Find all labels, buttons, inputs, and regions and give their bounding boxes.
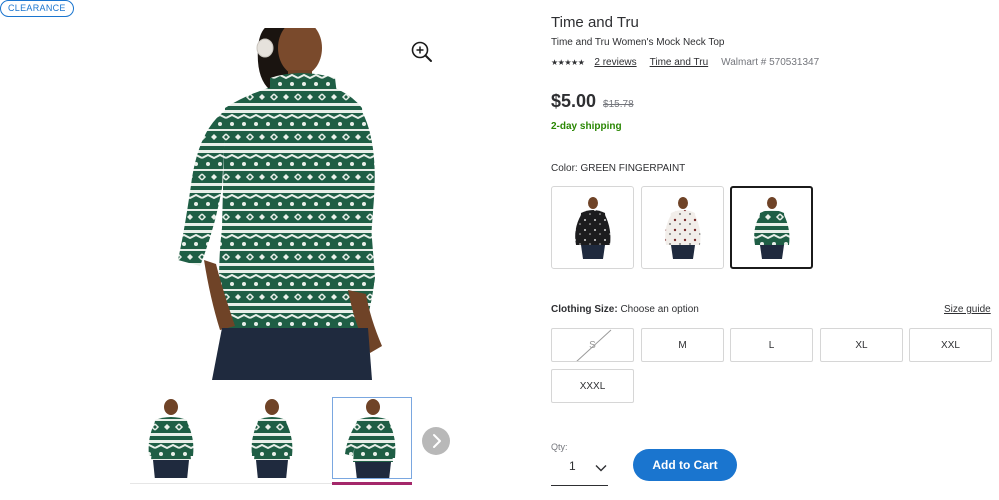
- color-label-prefix: Color:: [551, 163, 578, 174]
- size-option-label: XL: [855, 339, 868, 351]
- shipping-badge: 2-day shipping: [551, 121, 622, 132]
- size-option-xxxl[interactable]: XXXL: [551, 369, 634, 403]
- size-option-s-unavailable[interactable]: S: [551, 328, 634, 362]
- brand-link[interactable]: Time and Tru: [650, 57, 709, 68]
- walmart-sku: Walmart # 570531347: [721, 56, 820, 68]
- product-thumbnail-active[interactable]: [332, 397, 412, 479]
- size-label: Clothing Size: Choose an option: [551, 304, 699, 315]
- reviews-link[interactable]: 2 reviews: [594, 57, 636, 68]
- clearance-badge: CLEARANCE: [0, 0, 74, 17]
- size-option-label: XXXL: [579, 380, 606, 392]
- size-prompt: Choose an option: [620, 304, 699, 315]
- size-option-xl[interactable]: XL: [820, 328, 903, 362]
- quantity-label: Qty:: [551, 442, 568, 452]
- size-option-label: M: [678, 339, 687, 351]
- color-swatch-white[interactable]: [641, 186, 724, 269]
- product-title: Time and Tru Women's Mock Neck Top: [551, 37, 725, 48]
- current-price: $5.00: [551, 91, 597, 111]
- size-guide-link[interactable]: Size guide: [944, 304, 991, 315]
- size-label-prefix: Clothing Size:: [551, 304, 618, 315]
- size-option-label: L: [768, 339, 775, 351]
- size-option-label: XXL: [941, 339, 960, 351]
- size-option-m[interactable]: M: [641, 328, 724, 362]
- was-price: $15.78: [603, 99, 634, 110]
- price-row: $5.00 $15.78: [551, 91, 634, 112]
- product-brand: Time and Tru: [551, 14, 639, 31]
- chevron-right-icon[interactable]: [422, 427, 450, 455]
- star-rating: ★★★★★: [551, 57, 585, 67]
- zoom-in-icon[interactable]: [410, 40, 434, 64]
- thumbnail-strip: [130, 397, 450, 487]
- quantity-value: 1: [569, 459, 576, 473]
- chevron-down-icon: [594, 461, 608, 475]
- quantity-select[interactable]: 1: [551, 452, 608, 486]
- color-swatch-black[interactable]: [551, 186, 634, 269]
- active-thumbnail-indicator: [332, 482, 412, 485]
- product-thumbnail[interactable]: [231, 397, 311, 479]
- selected-color-name: GREEN FINGERPAINT: [580, 163, 686, 174]
- product-thumbnail[interactable]: [130, 397, 210, 479]
- color-label: Color: GREEN FINGERPAINT: [551, 163, 685, 174]
- size-option-l[interactable]: L: [730, 328, 813, 362]
- rating-row: ★★★★★ 2 reviews Time and Tru Walmart # 5…: [551, 55, 819, 69]
- size-option-xxl[interactable]: XXL: [909, 328, 992, 362]
- add-to-cart-button[interactable]: Add to Cart: [633, 449, 737, 481]
- product-main-image[interactable]: [130, 28, 430, 380]
- color-swatch-green-selected[interactable]: [730, 186, 813, 269]
